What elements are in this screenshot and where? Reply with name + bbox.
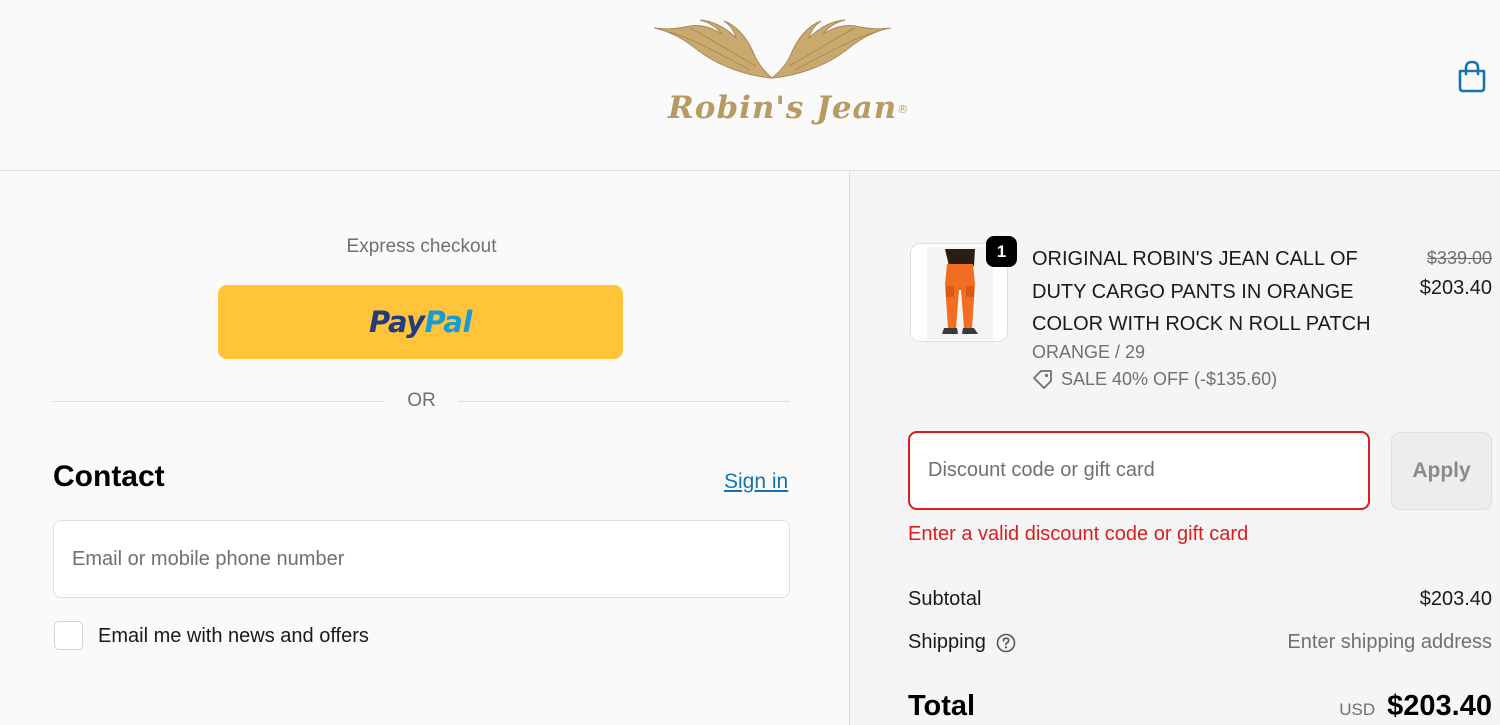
or-label: OR xyxy=(407,390,436,411)
news-offers-label: Email me with news and offers xyxy=(98,625,369,647)
sale-price: $203.40 xyxy=(1419,277,1492,299)
total-amount: $203.40 xyxy=(1387,690,1492,722)
store-logo[interactable]: Robin's Jean® xyxy=(650,18,908,138)
help-question-icon[interactable] xyxy=(996,633,1016,653)
site-header: Robin's Jean® xyxy=(0,0,1500,171)
news-offers-checkbox[interactable] xyxy=(54,621,83,650)
column-divider xyxy=(849,171,850,725)
currency-code: USD xyxy=(1339,700,1376,719)
shipping-label: Shipping xyxy=(908,631,1016,654)
paypal-pal-text: Pal xyxy=(424,305,473,339)
product-name: ORIGINAL ROBIN'S JEAN CALL OF DUTY CARGO… xyxy=(1032,248,1371,335)
subtotal-value: $203.40 xyxy=(1419,588,1492,610)
tag-icon xyxy=(1033,370,1052,389)
subtotal-label: Subtotal xyxy=(908,588,981,611)
quantity-badge: 1 xyxy=(986,236,1017,267)
subtotal-label-text: Subtotal xyxy=(908,588,982,610)
original-price: $339.00 xyxy=(1426,248,1492,268)
sign-in-link[interactable]: Sign in xyxy=(724,470,788,494)
total-value-group: USD $203.40 xyxy=(1339,690,1492,723)
separator-line-left xyxy=(53,401,385,402)
separator-line-right xyxy=(458,401,790,402)
shipping-value: Enter shipping address xyxy=(1287,631,1492,653)
product-discount-row: SALE 40% OFF (-$135.60) xyxy=(1032,369,1277,390)
discount-code-input[interactable] xyxy=(908,431,1370,510)
shopping-bag-icon[interactable] xyxy=(1456,60,1488,94)
product-discount-text: SALE 40% OFF (-$135.60) xyxy=(1061,369,1278,389)
apply-discount-button[interactable]: Apply xyxy=(1391,432,1492,510)
email-or-phone-field[interactable] xyxy=(53,520,790,598)
total-label: Total xyxy=(908,690,976,722)
discount-error-message: Enter a valid discount code or gift card xyxy=(908,523,1249,545)
shipping-label-text: Shipping xyxy=(908,631,986,653)
paypal-pay-text: Pay xyxy=(369,305,425,339)
product-variant: ORANGE / 29 xyxy=(1032,342,1146,362)
logo-wordmark: Robin's Jean® xyxy=(668,90,910,126)
paypal-button[interactable]: Pay Pal xyxy=(218,285,623,359)
wings-logo-icon xyxy=(653,19,892,79)
express-checkout-label: Express checkout xyxy=(346,236,497,257)
contact-heading: Contact xyxy=(53,460,165,493)
or-separator: OR xyxy=(53,390,790,414)
